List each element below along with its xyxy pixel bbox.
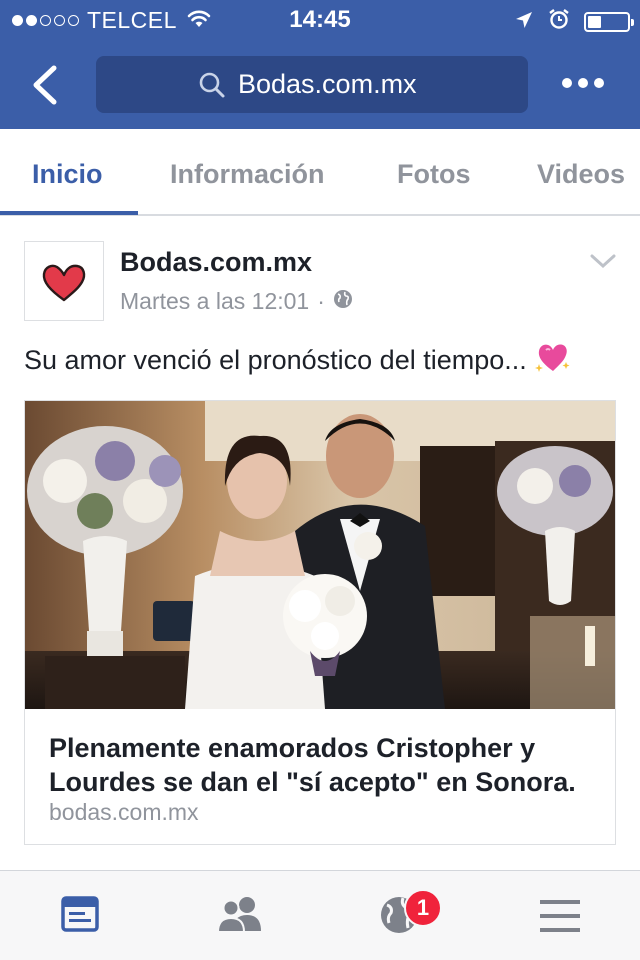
bottom-tab-bar [0,870,640,960]
link-info: Plenamente enamorados Cristopher y Lourd… [25,709,615,844]
tab-inicio[interactable]: Inicio [32,159,103,190]
notification-count-badge: 1 [404,889,442,927]
post-timestamp[interactable]: Martes a las 12:01 [120,288,309,315]
page-avatar[interactable] [24,241,104,321]
news-feed-icon[interactable] [61,895,99,938]
search-text: Bodas.com.mx [238,69,417,99]
page-name[interactable]: Bodas.com.mx [120,247,312,278]
tab-fotos[interactable]: Fotos [397,159,471,190]
meta-separator: · [317,288,325,314]
back-arrow-icon [33,65,57,105]
post-options-chevron-icon[interactable] [590,254,616,275]
page-tabs: Inicio Información Fotos Videos [0,129,640,216]
link-preview-card[interactable]: Plenamente enamorados Cristopher y Lourd… [24,400,616,845]
post-header: Bodas.com.mx Martes a las 12:01 · [0,224,640,334]
globe-privacy-icon [333,288,353,315]
alarm-clock-icon [548,8,570,36]
post-message: Su amor venció el pronóstico del tiempo.… [24,345,527,375]
location-arrow-icon [514,9,534,36]
status-bar: TELCEL 14:45 [0,0,640,40]
tab-informacion[interactable]: Información [170,159,325,190]
battery-icon [584,12,634,32]
more-options-button[interactable] [562,78,604,88]
menu-icon[interactable] [540,899,580,938]
tab-videos[interactable]: Videos [537,159,625,190]
search-icon [198,71,226,104]
back-button[interactable] [28,64,62,106]
navigation-bar: Bodas.com.mx [0,40,640,129]
search-bar[interactable]: Bodas.com.mx [96,56,528,113]
link-title: Plenamente enamorados Cristopher y Lourd… [49,733,576,797]
friends-icon[interactable] [216,895,263,938]
heart-logo-icon [42,264,86,302]
post-meta: Martes a las 12:01 · [120,288,353,315]
top-bar: TELCEL 14:45 Bodas.com.mx [0,0,640,129]
wedding-photo [25,401,615,709]
sparkling-heart-icon [534,340,571,381]
post-text: Su amor venció el pronóstico del tiempo.… [24,340,571,381]
active-tab-indicator [0,211,138,215]
link-domain: bodas.com.mx [49,799,199,825]
